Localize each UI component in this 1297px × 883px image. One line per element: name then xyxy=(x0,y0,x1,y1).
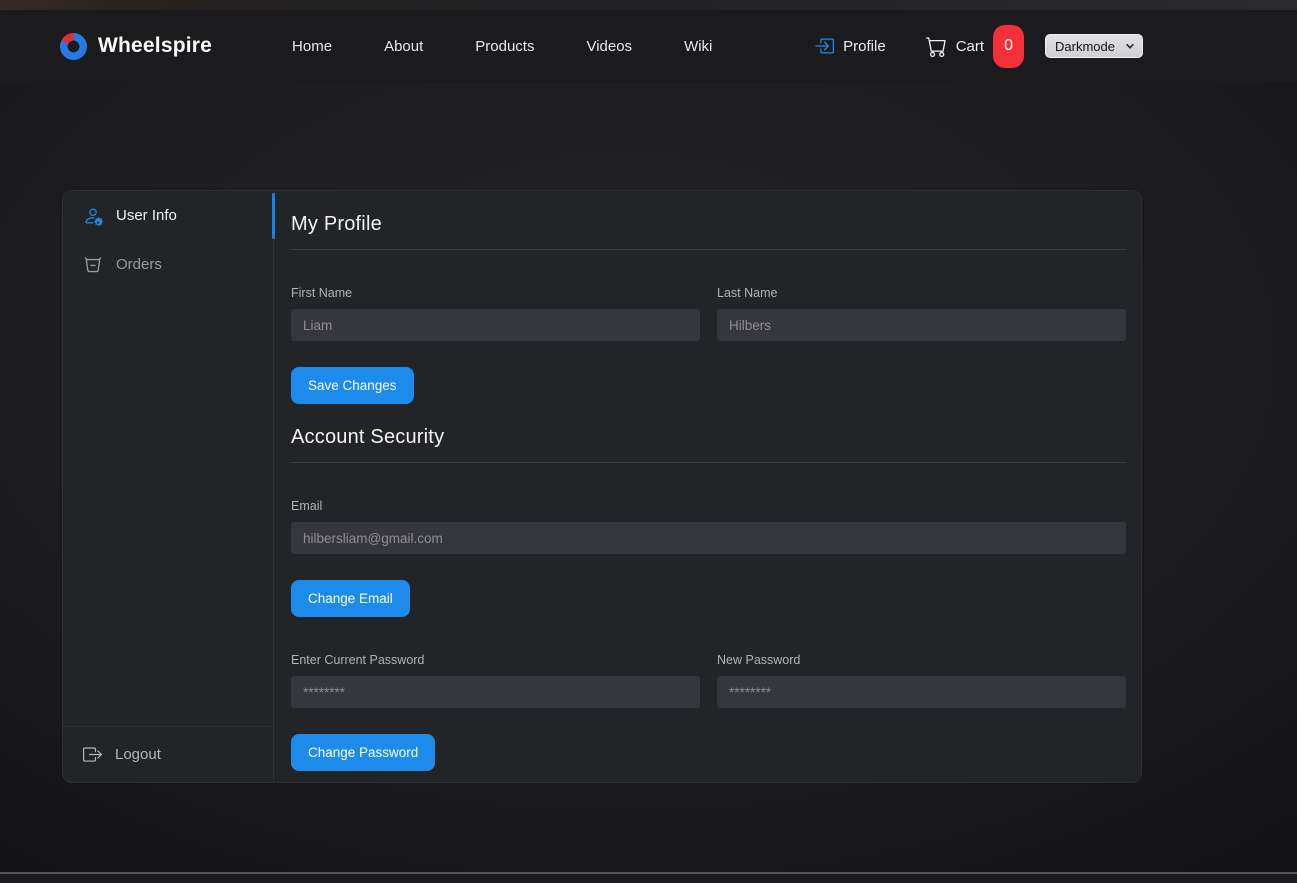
current-password-input[interactable] xyxy=(291,676,700,708)
current-password-field-group: Enter Current Password xyxy=(291,653,700,708)
sidebar-item-label: User Info xyxy=(116,207,177,224)
first-name-field-group: First Name xyxy=(291,286,700,341)
navbar: Wheelspire Home About Products Videos Wi… xyxy=(0,10,1297,82)
window-top-strip xyxy=(0,0,1297,10)
change-email-button[interactable]: Change Email xyxy=(291,580,410,617)
user-gear-icon xyxy=(83,206,103,226)
nav-right-controls: Profile Cart 0 Darkmode xyxy=(814,25,1143,68)
save-changes-button[interactable]: Save Changes xyxy=(291,367,414,404)
sidebar-item-user-info[interactable]: User Info xyxy=(63,191,273,240)
wheelspire-logo-icon xyxy=(60,33,87,60)
new-password-input[interactable] xyxy=(717,676,1126,708)
last-name-label: Last Name xyxy=(717,286,1126,300)
profile-link-label: Profile xyxy=(843,38,886,55)
sidebar-item-label: Orders xyxy=(116,256,162,273)
theme-mode-select[interactable]: Darkmode xyxy=(1045,34,1143,58)
last-name-field-group: Last Name xyxy=(717,286,1126,341)
brand[interactable]: Wheelspire xyxy=(60,33,212,60)
nav-link-products[interactable]: Products xyxy=(475,38,534,55)
email-label: Email xyxy=(291,499,1126,513)
cart-icon xyxy=(926,36,947,57)
active-item-indicator xyxy=(272,193,275,239)
logout-label: Logout xyxy=(115,746,161,763)
logout-button[interactable]: Logout xyxy=(63,726,273,782)
orders-basket-icon xyxy=(83,255,103,275)
new-password-field-group: New Password xyxy=(717,653,1126,708)
nav-links: Home About Products Videos Wiki xyxy=(292,38,712,55)
last-name-input[interactable] xyxy=(717,309,1126,341)
cart-link[interactable]: Cart xyxy=(926,36,984,57)
change-password-button[interactable]: Change Password xyxy=(291,734,435,771)
nav-link-about[interactable]: About xyxy=(384,38,423,55)
sidebar-spacer xyxy=(63,289,273,726)
theme-mode-value: Darkmode xyxy=(1055,39,1115,54)
cart-count-badge: 0 xyxy=(993,25,1024,68)
login-icon xyxy=(814,36,834,56)
nav-link-home[interactable]: Home xyxy=(292,38,332,55)
account-security-title: Account Security xyxy=(291,426,1126,463)
account-sidebar: User Info Orders Logout xyxy=(63,191,274,782)
nav-link-wiki[interactable]: Wiki xyxy=(684,38,712,55)
nav-link-videos[interactable]: Videos xyxy=(586,38,632,55)
profile-link[interactable]: Profile xyxy=(814,36,886,56)
sidebar-item-orders[interactable]: Orders xyxy=(63,240,273,289)
first-name-label: First Name xyxy=(291,286,700,300)
my-profile-title: My Profile xyxy=(291,213,1126,250)
settings-content: My Profile First Name Last Name Save Cha… xyxy=(274,191,1141,782)
first-name-input[interactable] xyxy=(291,309,700,341)
current-password-label: Enter Current Password xyxy=(291,653,700,667)
email-field-group: Email xyxy=(291,499,1126,554)
email-input[interactable] xyxy=(291,522,1126,554)
footer-strip xyxy=(0,872,1297,883)
email-field-row: Email xyxy=(291,499,1126,554)
new-password-label: New Password xyxy=(717,653,1126,667)
logout-icon xyxy=(83,745,102,764)
cart-link-label: Cart xyxy=(956,38,984,55)
chevron-down-icon xyxy=(1125,41,1135,51)
password-fields-row: Enter Current Password New Password xyxy=(291,653,1126,708)
brand-name: Wheelspire xyxy=(98,34,212,58)
account-settings-card: User Info Orders Logout My Profile First… xyxy=(62,190,1142,783)
name-fields-row: First Name Last Name xyxy=(291,286,1126,341)
